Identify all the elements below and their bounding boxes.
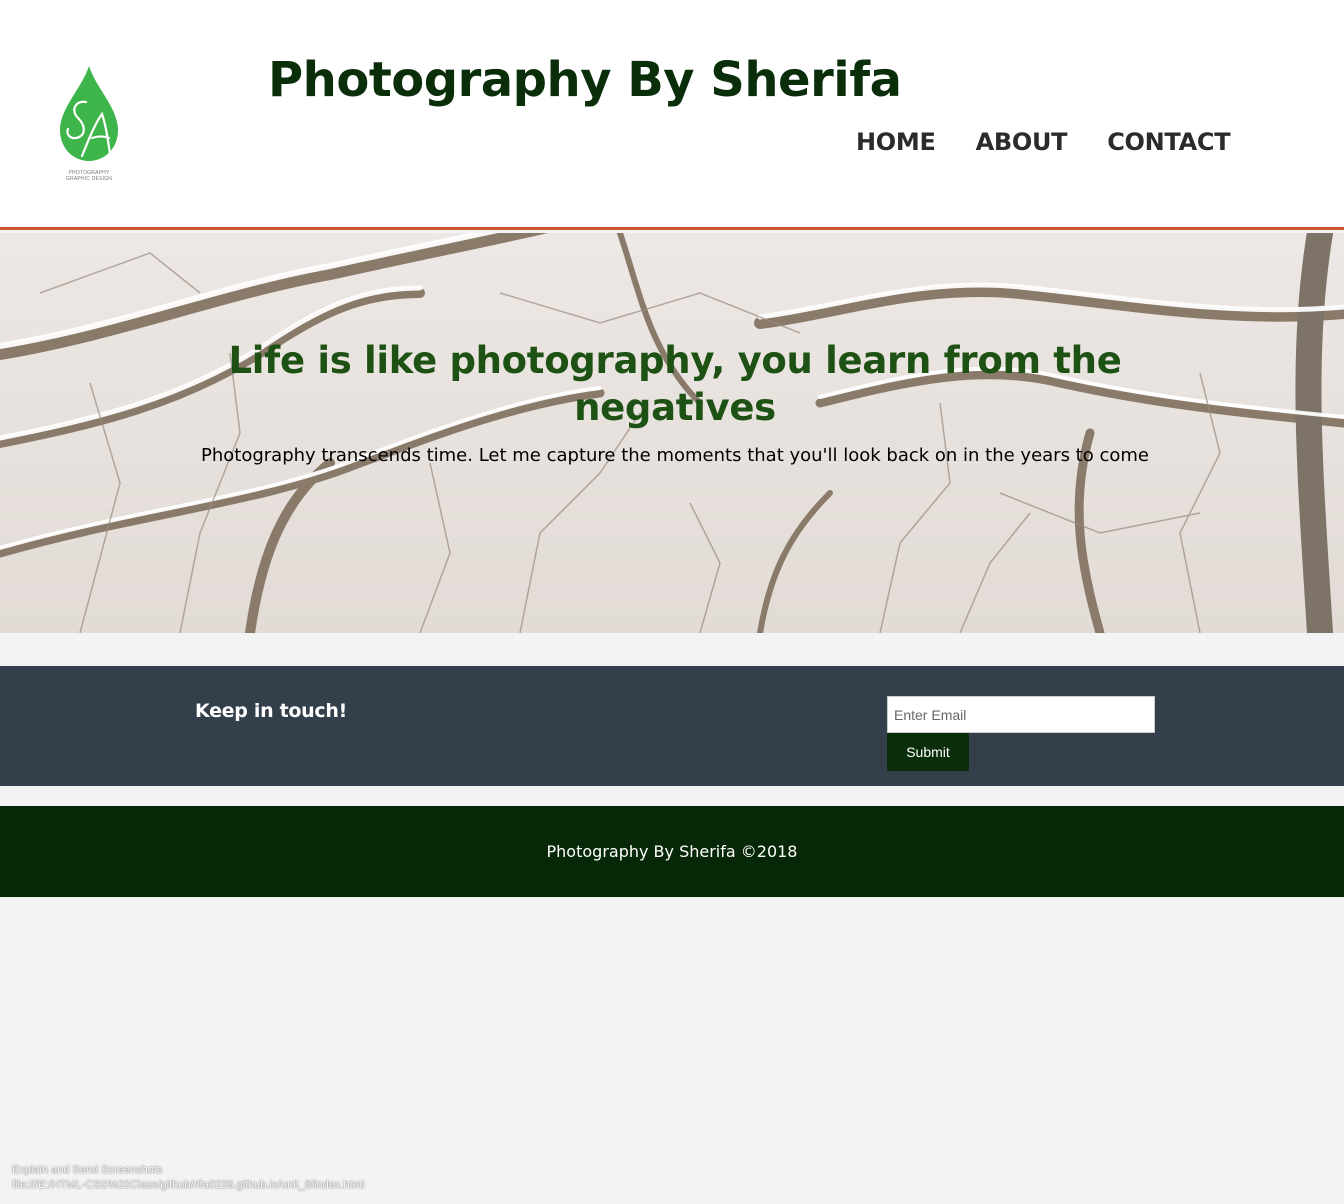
site-header: PHOTOGRAPHY GRAPHIC DESIGN Photography B… bbox=[0, 0, 1344, 230]
hero-heading: Life is like photography, you learn from… bbox=[228, 339, 1122, 429]
site-title: Photography By Sherifa bbox=[268, 52, 902, 108]
logo-caption: PHOTOGRAPHY GRAPHIC DESIGN bbox=[65, 170, 113, 182]
nav-about-link[interactable]: ABOUT bbox=[976, 128, 1068, 156]
nav-contact-link[interactable]: CONTACT bbox=[1107, 128, 1230, 156]
footer-copyright: Photography By Sherifa ©2018 bbox=[546, 842, 798, 861]
nav-home-link[interactable]: HOME bbox=[856, 128, 936, 156]
email-input[interactable] bbox=[887, 696, 1155, 733]
hero-banner: Life is like photography, you learn from… bbox=[0, 233, 1344, 633]
status-overlay: Explain and Send Screenshots file:///E:/… bbox=[12, 1163, 364, 1193]
site-footer: Photography By Sherifa ©2018 bbox=[0, 806, 1344, 897]
water-drop-logo-icon bbox=[60, 66, 118, 161]
submit-button[interactable]: Submit bbox=[887, 733, 969, 771]
page: PHOTOGRAPHY GRAPHIC DESIGN Photography B… bbox=[0, 0, 1344, 1204]
snowy-trees-background-image bbox=[0, 233, 1344, 633]
site-logo[interactable]: PHOTOGRAPHY GRAPHIC DESIGN bbox=[52, 64, 126, 188]
main-nav: HOME ABOUT CONTACT bbox=[856, 128, 1231, 156]
status-overlay-title: Explain and Send Screenshots bbox=[12, 1164, 163, 1176]
newsletter-heading: Keep in touch! bbox=[195, 700, 347, 722]
hero-subtext: Photography transcends time. Let me capt… bbox=[201, 445, 1149, 466]
newsletter-section: Keep in touch! Submit bbox=[0, 666, 1344, 786]
status-overlay-url: file:///E:/HTML-CSS%20Class/github/rifa0… bbox=[12, 1179, 365, 1191]
